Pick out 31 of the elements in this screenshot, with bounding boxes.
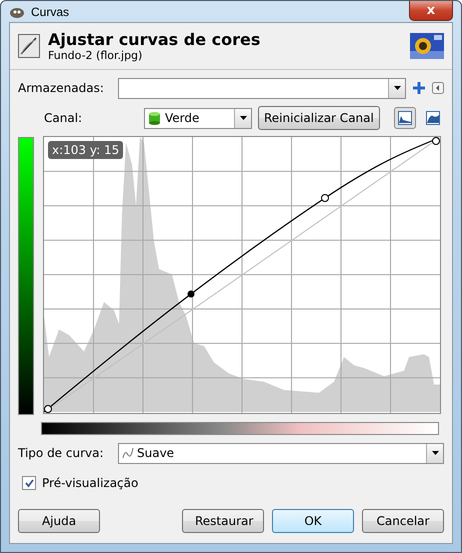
dropdown-icon [394, 86, 400, 90]
control-point[interactable] [321, 194, 329, 202]
control-point[interactable] [44, 405, 52, 413]
reset-channel-button[interactable]: Reinicializar Canal [258, 106, 380, 130]
dropdown-icon [432, 451, 438, 455]
curves-icon [18, 34, 40, 58]
linear-histogram-button[interactable] [394, 107, 416, 129]
dialog-button[interactable]: Cancelar [362, 509, 444, 533]
selected-control-point[interactable] [188, 290, 194, 298]
cylinder-icon [148, 111, 162, 125]
presets-label: Armazenadas: [18, 81, 105, 95]
add-icon[interactable] [412, 81, 426, 95]
curve-type-combo[interactable]: Suave [118, 442, 444, 464]
coordinate-readout: x:103 y: 15 [48, 141, 124, 159]
dropdown-icon [240, 116, 246, 120]
channel-label: Canal: [43, 111, 84, 125]
presets-combo[interactable] [118, 78, 406, 98]
dialog-button[interactable]: OK [272, 509, 354, 533]
dialog-title: Ajustar curvas de cores [48, 30, 262, 49]
dialog-subtitle: Fundo-2 (flor.jpg) [48, 49, 144, 62]
dialog-button[interactable]: Restaurar [182, 509, 264, 533]
dialog-button[interactable]: Ajuda [18, 509, 100, 533]
preview-label: Pré-visualização [42, 476, 138, 490]
curve-icon [122, 447, 134, 459]
app-icon [9, 6, 25, 18]
close-button[interactable]: x [409, 1, 453, 21]
control-point[interactable] [432, 137, 440, 145]
window-title: Curvas [31, 4, 70, 18]
curve-type-label: Tipo de curva: [18, 446, 105, 460]
preview-checkbox[interactable] [22, 476, 36, 490]
channel-combo[interactable]: Verde [144, 108, 252, 128]
